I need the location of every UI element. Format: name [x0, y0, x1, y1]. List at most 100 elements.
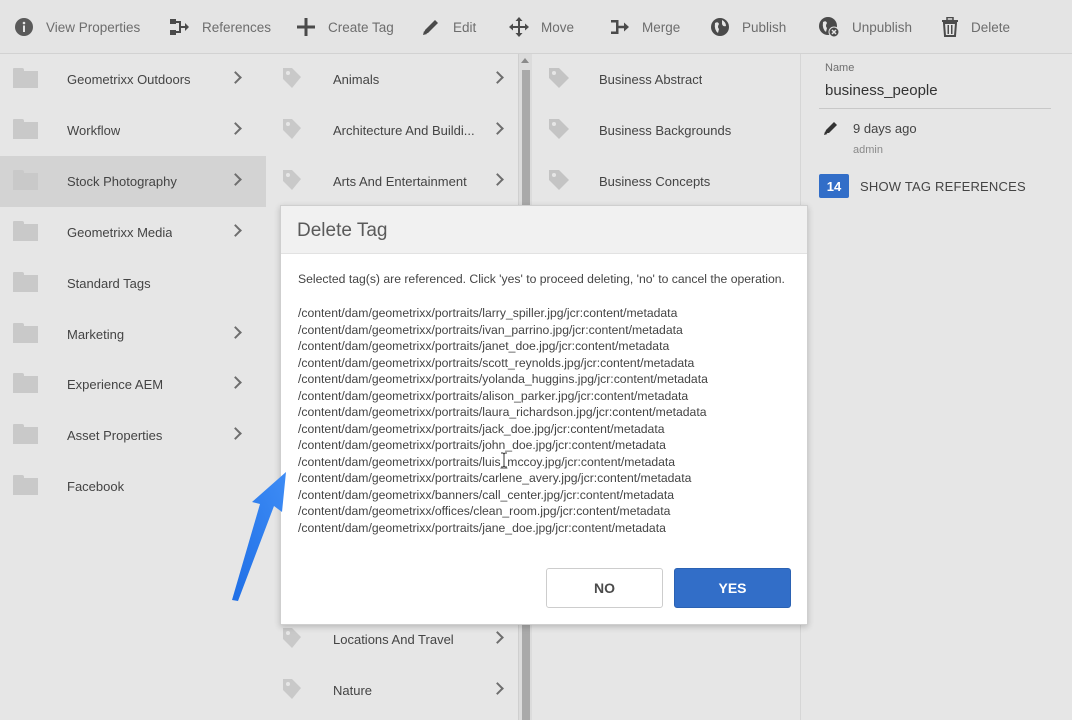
no-button[interactable]: NO [546, 568, 663, 608]
reference-path: /content/dam/geometrixx/portraits/janet_… [298, 339, 670, 353]
references-icon [170, 19, 189, 35]
create-tag-label: Create Tag [328, 19, 394, 35]
column2-item-animals[interactable]: Animals [266, 54, 518, 105]
references-button[interactable]: References [168, 0, 271, 54]
create-tag-button[interactable]: Create Tag [296, 0, 394, 54]
reference-path: /content/dam/geometrixx/portraits/larry_… [298, 306, 678, 320]
tag-icon [549, 170, 569, 190]
chevron-right-icon [229, 326, 242, 339]
column1-item-stock-photography[interactable]: Stock Photography [0, 156, 266, 207]
column1-item-label: Experience AEM [67, 377, 164, 392]
annotation-arrow-icon [232, 472, 286, 601]
column2-item-nature[interactable]: Nature [266, 665, 518, 716]
column1-item-geometrixx-media[interactable]: Geometrixx Media [0, 207, 256, 258]
reference-count-badge: 14 [819, 174, 849, 198]
tag-icon [549, 68, 569, 88]
reference-path: /content/dam/geometrixx/portraits/jack_d… [298, 421, 665, 436]
delete-tag-dialog: Delete Tag Selected tag(s) are reference… [280, 205, 808, 625]
show-tag-references-link[interactable]: SHOW TAG REFERENCES [860, 179, 1026, 194]
scroll-up-arrow-icon[interactable] [521, 58, 529, 63]
edit-button[interactable]: Edit [421, 0, 476, 54]
reference-path: /content/dam/geometrixx/portraits/yoland… [298, 372, 708, 386]
name-label: Name [825, 62, 855, 74]
column2-item-label: Locations And Travel [333, 632, 454, 647]
reference-path: /content/dam/geometrixx/banners/call_cen… [298, 487, 674, 502]
column3-item-business-concepts[interactable]: Business Concepts [532, 156, 800, 207]
tag-icon [283, 68, 301, 88]
references-label: References [202, 19, 272, 35]
column1-item-standard-tags[interactable]: Standard Tags [0, 258, 256, 309]
globe-icon [711, 18, 729, 36]
plus-icon [297, 18, 315, 36]
delete-label: Delete [971, 19, 1011, 35]
reference-path: /content/dam/geometrixx/portraits/laura_… [298, 405, 707, 419]
column1-item-label: Facebook [67, 479, 125, 494]
chevron-right-icon [491, 682, 504, 695]
merge-label: Merge [642, 19, 681, 35]
chevron-right-icon [491, 71, 504, 84]
text-cursor-icon [501, 452, 507, 468]
column1-item-label: Workflow [67, 123, 121, 138]
publish-label: Publish [742, 19, 787, 35]
modified-date: 9 days ago [853, 121, 917, 136]
column-tag-namespaces: Geometrixx Outdoors Workflow Stock Photo… [0, 54, 266, 720]
column1-item-experience-aem[interactable]: Experience AEM [0, 359, 256, 410]
chevron-right-icon [229, 173, 242, 186]
folder-icon [13, 475, 38, 495]
column1-item-label: Stock Photography [67, 174, 177, 189]
column2-item-architecture[interactable]: Architecture And Buildi... [266, 105, 518, 156]
column3-item-business-abstract[interactable]: Business Abstract [532, 54, 800, 105]
chevron-right-icon [229, 122, 242, 135]
reference-path: /content/dam/geometrixx/offices/clean_ro… [298, 504, 671, 518]
chevron-right-icon [491, 631, 504, 644]
toolbar: View Properties References Create Tag Ed… [0, 0, 1072, 54]
folder-icon [13, 221, 38, 241]
properties-panel: Name business_people 9 days ago admin 14… [800, 54, 1072, 720]
chevron-right-icon [229, 376, 242, 389]
column2-item-label: Nature [333, 683, 373, 698]
column2-item-arts-entertainment[interactable]: Arts And Entertainment [266, 156, 518, 207]
folder-icon [13, 373, 38, 393]
column2-item-label: Animals [333, 72, 380, 87]
unpublish-label: Unpublish [852, 19, 913, 35]
merge-icon [611, 20, 629, 34]
column1-item-marketing[interactable]: Marketing [0, 309, 256, 360]
tag-icon [283, 170, 301, 190]
folder-icon [13, 424, 38, 444]
dialog-title: Delete Tag [297, 220, 388, 241]
reference-path: /content/dam/geometrixx/portraits/carlen… [298, 471, 692, 485]
column1-item-facebook[interactable]: Facebook [0, 461, 256, 512]
column2-item-label: Architecture And Buildi... [333, 123, 475, 138]
publish-button[interactable]: Publish [710, 0, 786, 54]
folder-icon [13, 323, 38, 343]
reference-path-list: /content/dam/geometrixx/portraits/larry_… [298, 305, 708, 536]
chevron-right-icon [229, 71, 242, 84]
trash-icon [942, 17, 958, 37]
column1-item-label: Geometrixx Outdoors [67, 72, 191, 87]
tag-icon [283, 628, 301, 648]
merge-button[interactable]: Merge [610, 0, 680, 54]
unpublish-button[interactable]: Unpublish [818, 0, 912, 54]
folder-icon [13, 272, 38, 292]
edit-label: Edit [453, 19, 477, 35]
column1-item-geometrixx-outdoors[interactable]: Geometrixx Outdoors [0, 54, 256, 105]
tag-icon [283, 119, 301, 139]
chevron-right-icon [491, 173, 504, 186]
column3-item-business-backgrounds[interactable]: Business Backgrounds [532, 105, 800, 156]
folder-icon [13, 170, 38, 190]
move-button[interactable]: Move [509, 0, 574, 54]
globe-remove-icon [819, 17, 840, 38]
tag-icon [549, 119, 569, 139]
folder-icon [13, 119, 38, 139]
yes-button[interactable]: YES [674, 568, 791, 608]
column2-item-label: Arts And Entertainment [333, 174, 467, 189]
view-properties-button[interactable]: View Properties [14, 0, 140, 54]
pencil-icon [423, 20, 438, 35]
delete-button[interactable]: Delete [941, 0, 1010, 54]
column1-item-asset-properties[interactable]: Asset Properties [0, 410, 256, 461]
column1-item-workflow[interactable]: Workflow [0, 105, 256, 156]
reference-path: /content/dam/geometrixx/portraits/alison… [298, 388, 689, 403]
reference-path: /content/dam/geometrixx/portraits/scott_… [298, 355, 695, 370]
folder-icon [13, 68, 38, 88]
column1-item-label: Standard Tags [67, 276, 151, 291]
